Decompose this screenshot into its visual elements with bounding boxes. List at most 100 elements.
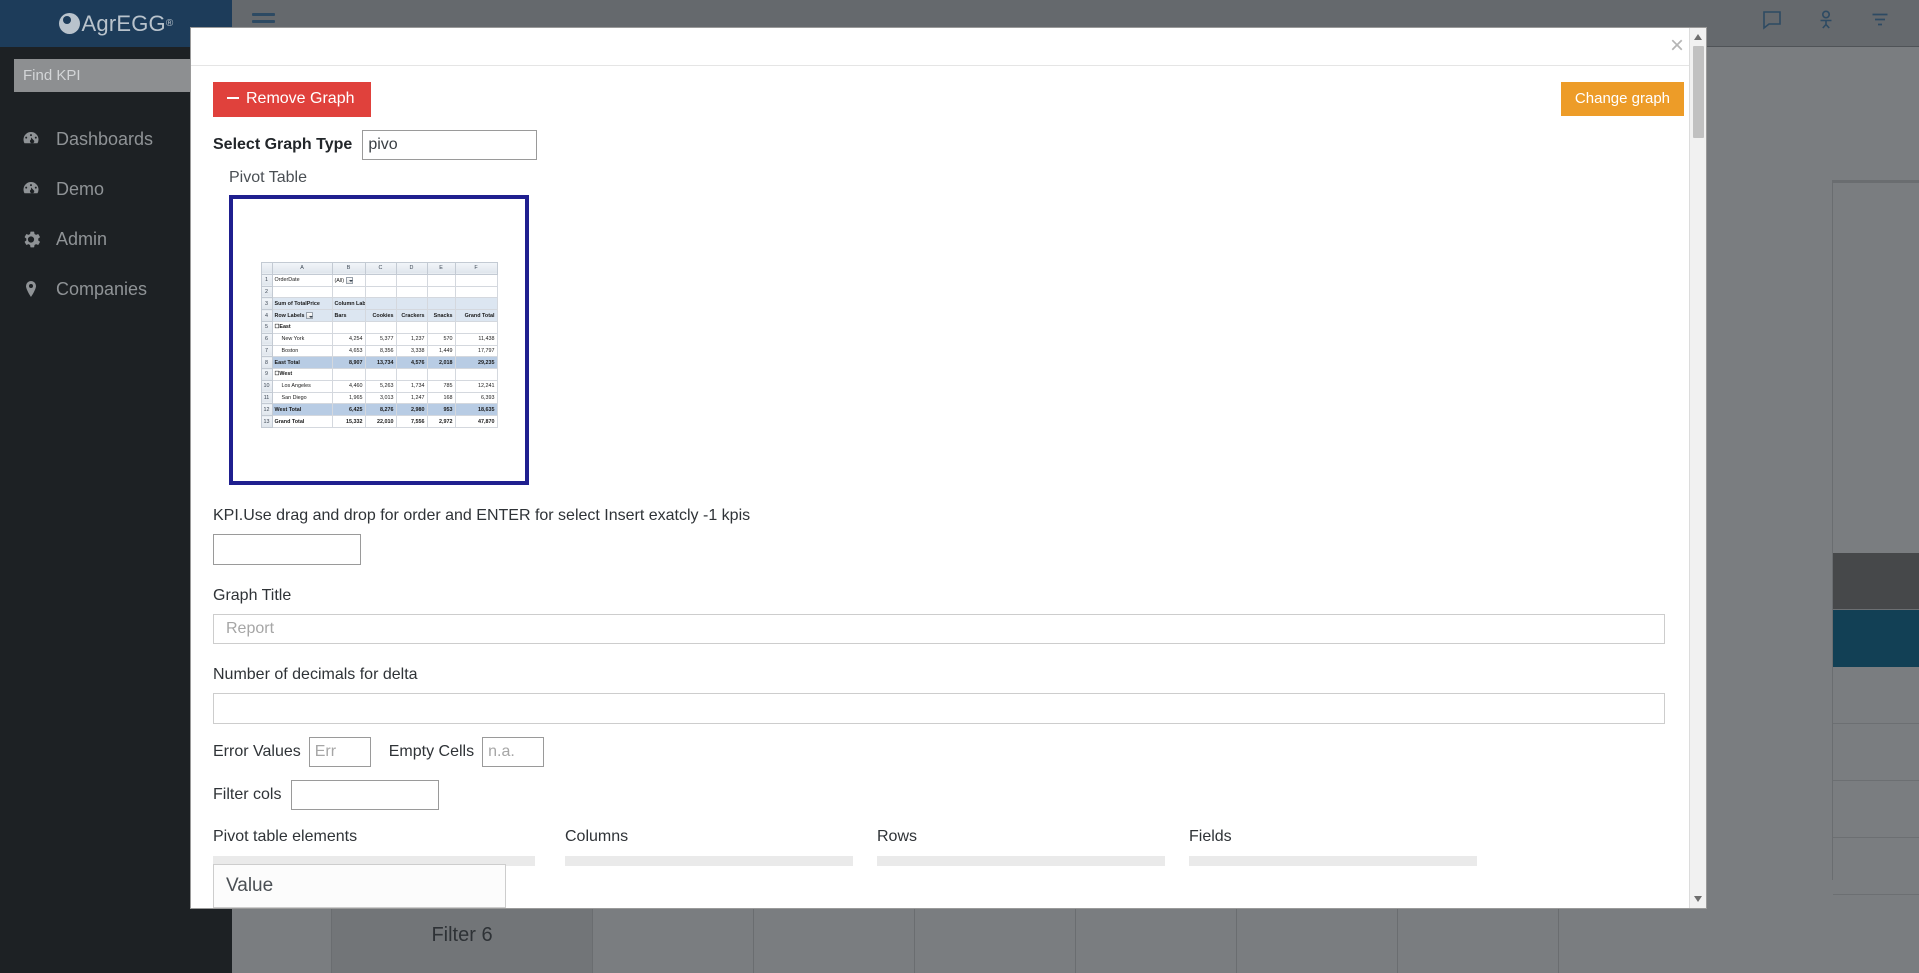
pivot-element-card[interactable]: Value	[213, 864, 506, 908]
pivot-row-label: East Total	[271, 356, 333, 370]
sheet-col-e: E	[426, 261, 456, 275]
pivot-cell: 17,797	[454, 344, 498, 358]
sheet-cell	[426, 320, 456, 334]
dashboard-icon	[18, 179, 44, 199]
chevron-down-icon[interactable]	[306, 312, 314, 319]
sheet-cell	[426, 273, 456, 287]
pivot-cell: 1,965	[331, 391, 366, 405]
scroll-down-arrow-icon[interactable]	[1694, 896, 1702, 902]
brand-name: AgrEGG	[81, 10, 166, 36]
sheet-cell	[364, 320, 397, 334]
sheet-row-num: 1	[260, 273, 273, 287]
column-header-snacks: Snacks	[426, 309, 456, 322]
pivot-cell: 12,241	[454, 379, 498, 393]
pivot-cell: 29,235	[454, 356, 498, 370]
pivot-cell: 4,254	[331, 332, 366, 346]
pivot-row-header-label: Row Labels	[271, 309, 333, 322]
list-item[interactable]: 03 EUR	[1833, 610, 1919, 667]
sheet-cell	[426, 297, 456, 311]
pivot-group-east: ☐East	[271, 320, 333, 334]
sidebar-item-label: Companies	[56, 278, 148, 299]
sheet-row-num: 12	[260, 403, 273, 417]
remove-graph-label: Remove Graph	[246, 90, 355, 107]
pivot-row-label: Grand Total	[271, 415, 333, 429]
sheet-row-num: 5	[260, 320, 273, 334]
table-row: 2	[260, 285, 498, 299]
fields-dropzone[interactable]	[1189, 856, 1477, 866]
filter-icon[interactable]	[1869, 9, 1891, 36]
pivot-row-label: West Total	[271, 403, 333, 417]
remove-graph-button[interactable]: Remove Graph	[213, 82, 371, 117]
pivot-cell: 2,980	[395, 403, 428, 417]
pivot-cell: 1,734	[395, 379, 428, 393]
list-item[interactable]: 8 EUR	[1833, 838, 1919, 895]
pivot-table-preview: A B C D E F 1 OrderDate (All) 2 3 Sum of…	[260, 261, 498, 429]
sheet-col-f: F	[454, 261, 498, 275]
error-values-input[interactable]	[308, 737, 371, 767]
minus-icon	[227, 96, 239, 99]
list-item[interactable]: 6 EUR	[1833, 724, 1919, 781]
chat-bubble-icon[interactable]	[1761, 9, 1783, 36]
pivot-cell: 22,010	[364, 415, 397, 429]
pivot-cell: 7,556	[395, 415, 428, 429]
modal-scrollbar[interactable]	[1689, 28, 1706, 908]
sheet-row-num: 11	[260, 391, 273, 405]
graph-title-input[interactable]	[213, 614, 1665, 644]
sheet-row-num: 2	[260, 285, 273, 299]
brand-registered-mark: ®	[165, 18, 174, 29]
change-graph-button[interactable]: Change graph	[1560, 82, 1684, 116]
sheet-cell	[364, 273, 397, 287]
kpi-input[interactable]	[213, 534, 361, 565]
pivot-cell: 570	[426, 332, 456, 346]
pivot-cell: 953	[426, 403, 456, 417]
app-root: AgrEGG ® Dashboards Demo	[0, 0, 1919, 973]
agregg-logo-icon	[58, 13, 80, 34]
filter-cols-input[interactable]	[291, 780, 440, 810]
pivot-row-label: New York	[271, 332, 333, 346]
sheet-col-d: D	[395, 261, 428, 275]
sheet-cell	[331, 320, 366, 334]
sheet-cell	[271, 285, 333, 299]
kpi-panel: 03 EUR 3 EUR 6 EUR 8 EUR	[1832, 180, 1919, 895]
fields-column: Fields	[1189, 828, 1477, 908]
graph-type-input[interactable]	[362, 130, 538, 160]
pivot-cell: 6,425	[331, 403, 366, 417]
chevron-down-icon[interactable]	[346, 276, 354, 284]
pivot-cell: 6,393	[454, 391, 498, 405]
modal-scrollbar-thumb[interactable]	[1693, 46, 1704, 138]
list-item[interactable]	[1833, 553, 1919, 610]
pivot-cell: 4,460	[331, 379, 366, 393]
close-icon[interactable]: ×	[1670, 34, 1684, 58]
rows-column: Rows	[877, 828, 1165, 908]
search-input[interactable]	[14, 59, 197, 92]
pivot-element-card-label: Value	[226, 875, 274, 896]
sheet-cell	[395, 320, 428, 334]
empty-cells-label: Empty Cells	[388, 743, 475, 760]
scroll-up-arrow-icon[interactable]	[1694, 34, 1702, 40]
filter-field-label: OrderDate	[271, 273, 333, 287]
sheet-row-num: 7	[260, 344, 273, 358]
decimals-label: Number of decimals for delta	[213, 666, 418, 683]
table-row: 5 ☐East	[260, 320, 498, 334]
sheet-column-header-row: A B C D E F	[260, 261, 498, 275]
list-item[interactable]	[1833, 781, 1919, 838]
column-header-cookies: Cookies	[364, 309, 397, 322]
columns-dropzone[interactable]	[565, 856, 853, 866]
empty-cells-input[interactable]	[482, 737, 545, 767]
decimals-input[interactable]	[213, 693, 1665, 724]
pivot-elements-column: Pivot table elements Value	[213, 828, 535, 908]
list-item[interactable]: 3 EUR	[1833, 667, 1919, 724]
rows-dropzone[interactable]	[877, 856, 1165, 866]
sheet-col-c: C	[364, 261, 397, 275]
sheet-cell	[454, 285, 498, 299]
dashboard-icon	[18, 129, 44, 149]
sheet-cell	[364, 368, 397, 381]
pivot-row-label: San Diego	[271, 391, 333, 405]
pivot-cell: 4,576	[395, 356, 428, 370]
user-icon[interactable]	[1815, 9, 1837, 36]
graph-type-option-pivot-table[interactable]: Pivot Table	[229, 169, 1684, 187]
filter-cols-row: Filter cols	[213, 780, 1684, 810]
pivot-row-label: Los Angeles	[271, 379, 333, 393]
pivot-table-preview-thumbnail[interactable]: A B C D E F 1 OrderDate (All) 2 3 Sum of…	[229, 195, 529, 485]
table-row: 1 OrderDate (All)	[260, 273, 498, 287]
